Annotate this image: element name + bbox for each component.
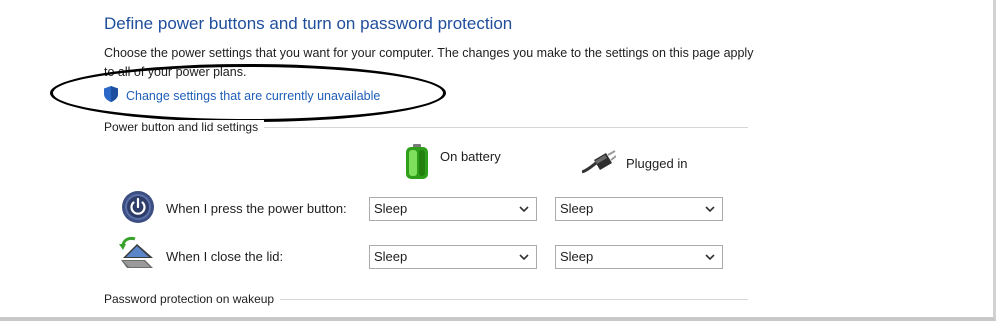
page-title: Define power buttons and turn on passwor… [104, 14, 513, 33]
close-lid-plugged-select[interactable]: Sleep [555, 245, 723, 269]
close-lid-label: When I close the lid: [166, 249, 284, 264]
select-value: Sleep [374, 201, 408, 216]
column-header-plugged: Plugged in [581, 150, 688, 177]
power-button-icon [121, 190, 155, 229]
uac-shield-icon [104, 86, 118, 105]
select-value: Sleep [560, 249, 594, 264]
column-header-plugged-label: Plugged in [626, 156, 688, 171]
chevron-down-icon [519, 206, 529, 213]
laptop-lid-icon [117, 236, 157, 275]
select-value: Sleep [374, 249, 408, 264]
chevron-down-icon [705, 206, 715, 213]
column-header-battery-label: On battery [440, 149, 501, 164]
chevron-down-icon [705, 254, 715, 261]
close-lid-battery-select[interactable]: Sleep [369, 245, 537, 269]
change-settings-link[interactable]: Change settings that are currently unava… [104, 86, 380, 105]
battery-icon [404, 144, 430, 183]
chevron-down-icon [519, 254, 529, 261]
section-label-power-lid: Power button and lid settings [104, 120, 265, 134]
select-value: Sleep [560, 201, 594, 216]
power-button-plugged-select[interactable]: Sleep [555, 197, 723, 221]
column-header-battery: On battery [404, 144, 501, 183]
page-description: Choose the power settings that you want … [104, 46, 754, 79]
change-settings-link-label: Change settings that are currently unava… [126, 88, 381, 103]
power-plug-icon [581, 150, 617, 177]
section-label-password: Password protection on wakeup [104, 292, 281, 306]
power-button-label: When I press the power button: [166, 201, 347, 216]
power-button-battery-select[interactable]: Sleep [369, 197, 537, 221]
